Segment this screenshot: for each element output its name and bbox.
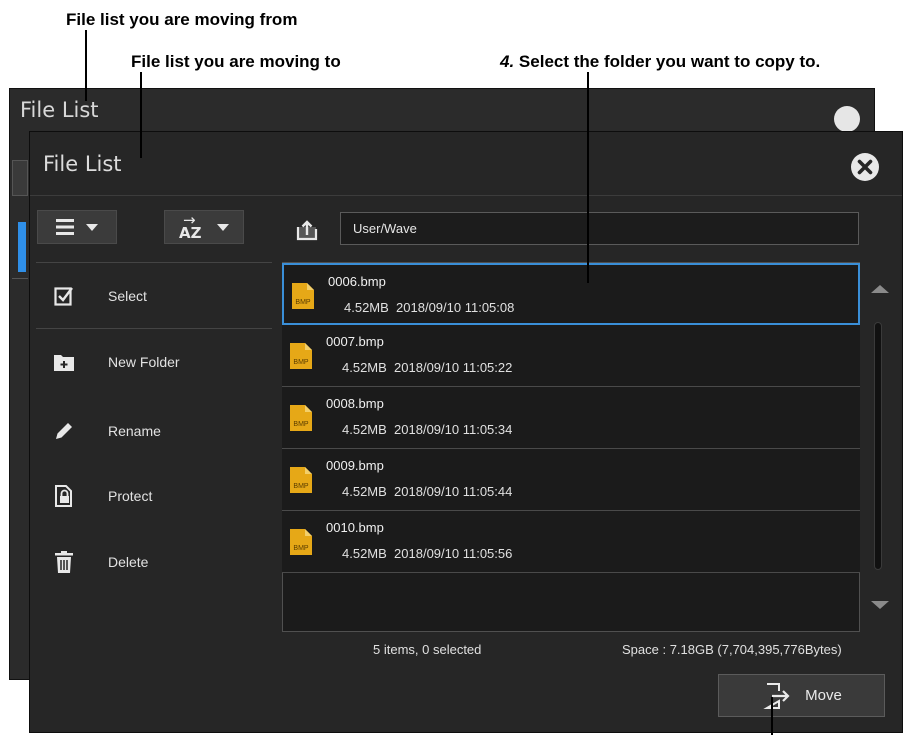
back-selected-indicator (18, 222, 26, 272)
file-row[interactable]: BMP 0008.bmp 4.52MB 2018/09/10 11:05:34 (282, 387, 860, 449)
move-button[interactable]: Move (718, 674, 885, 717)
sidebar-item-label: Protect (108, 488, 153, 504)
file-date: 2018/09/10 11:05:08 (396, 300, 515, 315)
new-folder-icon (54, 351, 74, 373)
file-date: 2018/09/10 11:05:22 (394, 360, 513, 375)
file-meta: 4.52MB 2018/09/10 11:05:22 (342, 360, 512, 375)
file-date: 2018/09/10 11:05:56 (394, 546, 513, 561)
back-dialog-title: File List (20, 98, 99, 122)
back-toolbar-stub (12, 160, 28, 196)
move-button-label: Move (805, 687, 842, 704)
leader-line-move-button (771, 697, 773, 735)
sidebar-divider (36, 328, 272, 329)
sort-az-text: AZ (179, 224, 202, 242)
bmp-icon-label: BMP (293, 545, 309, 552)
bmp-icon-label: BMP (293, 359, 309, 366)
pencil-icon (54, 420, 74, 442)
file-name: 0008.bmp (326, 396, 384, 411)
chevron-down-icon (217, 223, 229, 231)
trash-icon (54, 551, 74, 573)
bmp-file-icon: BMP (290, 529, 312, 555)
file-name: 0007.bmp (326, 334, 384, 349)
lock-file-icon (54, 485, 74, 507)
caption-moving-to: File list you are moving to (131, 52, 341, 71)
file-name: 0009.bmp (326, 458, 384, 473)
file-meta: 4.52MB 2018/09/10 11:05:44 (342, 484, 512, 499)
disk-space: Space : 7.18GB (7,704,395,776Bytes) (622, 642, 842, 657)
file-size: 4.52MB (342, 546, 387, 561)
move-file-icon (763, 682, 790, 709)
list-view-icon (56, 219, 74, 235)
dialog-title: File List (43, 152, 122, 176)
select-check-icon (54, 285, 74, 307)
sidebar-item-delete[interactable]: Delete (36, 532, 272, 592)
leader-line-moving-to (140, 72, 142, 158)
view-mode-dropdown[interactable] (37, 210, 117, 244)
file-size: 4.52MB (342, 484, 387, 499)
sidebar-item-rename[interactable]: Rename (36, 401, 272, 461)
sort-az-icon: → AZ (179, 211, 205, 242)
file-row[interactable]: BMP 0010.bmp 4.52MB 2018/09/10 11:05:56 (282, 511, 860, 573)
file-meta: 4.52MB 2018/09/10 11:05:08 (344, 300, 514, 315)
sidebar-item-label: Select (108, 288, 147, 304)
step-text: Select the folder you want to copy to. (518, 52, 821, 71)
back-divider (12, 278, 28, 279)
sidebar-item-select[interactable]: Select (36, 266, 272, 326)
sidebar-item-protect[interactable]: Protect (36, 466, 272, 526)
scroll-down-icon[interactable] (871, 601, 889, 609)
header-divider (30, 195, 902, 196)
file-name: 0006.bmp (328, 274, 386, 289)
bmp-file-icon: BMP (290, 467, 312, 493)
file-date: 2018/09/10 11:05:34 (394, 422, 513, 437)
bmp-file-icon: BMP (290, 405, 312, 431)
file-size: 4.52MB (344, 300, 389, 315)
bmp-file-icon: BMP (292, 283, 314, 309)
file-meta: 4.52MB 2018/09/10 11:05:56 (342, 546, 512, 561)
file-row[interactable]: BMP 0007.bmp 4.52MB 2018/09/10 11:05:22 (282, 325, 860, 387)
file-row[interactable]: BMP 0009.bmp 4.52MB 2018/09/10 11:05:44 (282, 449, 860, 511)
scroll-up-icon[interactable] (871, 285, 889, 293)
chevron-down-icon (86, 223, 98, 231)
caption-step-4: 4. Select the folder you want to copy to… (500, 52, 820, 72)
bmp-icon-label: BMP (293, 421, 309, 428)
file-name: 0010.bmp (326, 520, 384, 535)
file-date: 2018/09/10 11:05:44 (394, 484, 513, 499)
sidebar-item-label: Delete (108, 554, 149, 570)
parent-folder-icon[interactable] (296, 219, 318, 241)
scroll-track[interactable] (874, 322, 882, 570)
sidebar-top-divider (36, 262, 272, 263)
bmp-icon-label: BMP (293, 483, 309, 490)
leader-line-step-4 (587, 72, 589, 283)
file-size: 4.52MB (342, 360, 387, 375)
bmp-icon-label: BMP (295, 299, 311, 306)
file-size: 4.52MB (342, 422, 387, 437)
item-count: 5 items, 0 selected (373, 642, 482, 657)
file-row[interactable]: BMP 0006.bmp 4.52MB 2018/09/10 11:05:08 (282, 263, 860, 325)
sort-dropdown[interactable]: → AZ (164, 210, 244, 244)
sidebar-item-new-folder[interactable]: New Folder (36, 332, 272, 392)
step-number: 4. (500, 52, 515, 71)
path-field[interactable] (340, 212, 859, 245)
sidebar-item-label: Rename (108, 423, 161, 439)
file-meta: 4.52MB 2018/09/10 11:05:34 (342, 422, 512, 437)
leader-line-moving-from (85, 30, 87, 101)
caption-moving-from: File list you are moving from (66, 10, 298, 29)
sidebar-item-label: New Folder (108, 354, 180, 370)
close-icon[interactable] (850, 152, 880, 182)
bmp-file-icon: BMP (290, 343, 312, 369)
back-close-icon[interactable] (834, 106, 860, 132)
